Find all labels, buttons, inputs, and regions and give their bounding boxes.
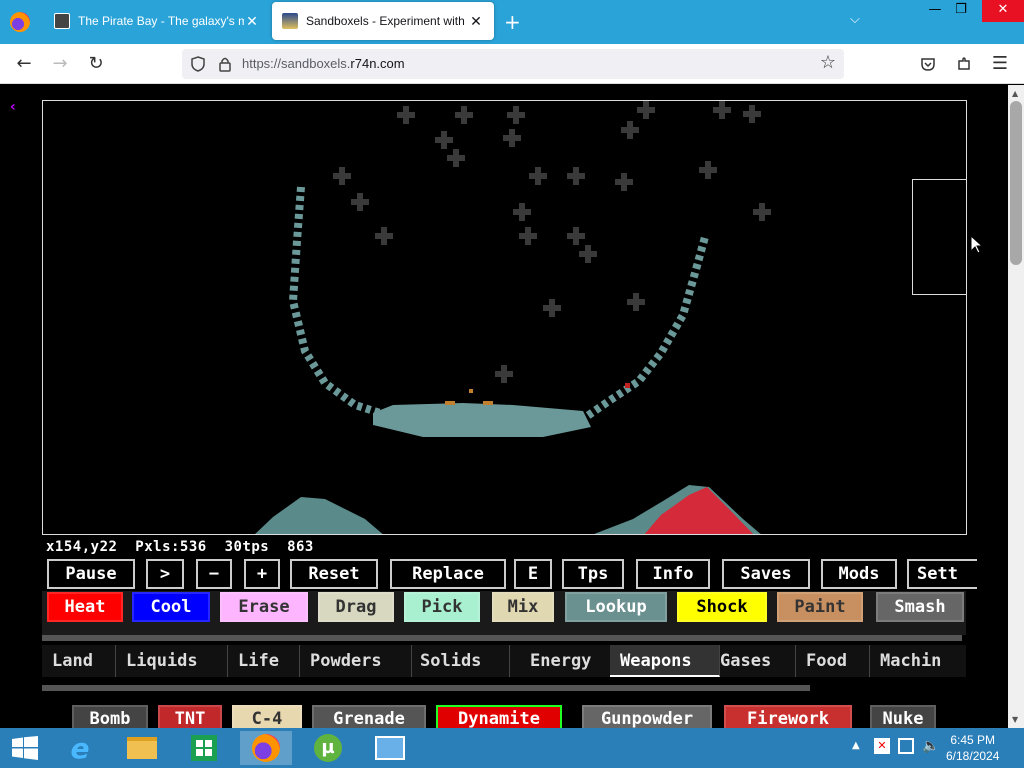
close-window-icon[interactable]: ✕ [982,0,1024,22]
tool-cool[interactable]: Cool [132,592,210,622]
tool-pick[interactable]: Pick [404,592,480,622]
close-tab-icon[interactable]: ✕ [244,13,260,30]
page-content: ‹ x154,y22 Pxls:536 30tps 863 Pause > − … [0,85,1008,728]
browser-tabbar: The Pirate Bay - The galaxy's m ✕ Sandbo… [0,0,1024,44]
category-gases[interactable]: Gases [710,645,796,677]
tab-piratebay[interactable]: The Pirate Bay - The galaxy's m ✕ [44,2,270,40]
element-c-4[interactable]: C-4 [232,705,302,728]
element-grenade[interactable]: Grenade [312,705,426,728]
element-firework[interactable]: Firework [724,705,852,728]
tab-title: Sandboxels - Experiment with P [306,14,468,28]
control-button-10[interactable]: Mods [821,559,897,589]
tab-title: The Pirate Bay - The galaxy's m [78,14,244,28]
reload-icon[interactable]: ↻ [84,52,108,76]
file-explorer-icon[interactable] [116,731,168,765]
element-gunpowder[interactable]: Gunpowder [582,705,712,728]
pirate-ship-icon [54,13,70,29]
tool-paint[interactable]: Paint [777,592,863,622]
glass-pool [373,403,591,437]
element-bomb[interactable]: Bomb [72,705,148,728]
internet-explorer-icon[interactable]: e [54,731,106,765]
category-powders[interactable]: Powders [300,645,412,677]
star-bookmark-icon[interactable]: ☆ [820,52,836,73]
browser-navbar: ← → ↻ https://sandboxels.r74n.com ☆ ☰ [0,44,1024,84]
control-button-0[interactable]: Pause [47,559,135,589]
control-button-11[interactable]: Sett [907,559,977,589]
category-solids[interactable]: Solids [410,645,510,677]
category-land[interactable]: Land [42,645,116,677]
control-button-1[interactable]: > [146,559,184,589]
tool-heat[interactable]: Heat [47,592,123,622]
category-life[interactable]: Life [228,645,300,677]
category-liquids[interactable]: Liquids [116,645,228,677]
elements-row: Bomb TNT C-4 Grenade Dynamite Gunpowder Firewo… [42,697,966,728]
tool-shock[interactable]: Shock [677,592,767,622]
element-tnt[interactable]: TNT [158,705,222,728]
control-button-7[interactable]: Tps [562,559,624,589]
clock-date: 6/18/2024 [946,749,1000,763]
tools-scrollbar[interactable] [42,635,962,641]
scroll-thumb[interactable] [1010,101,1022,265]
category-scrollbar[interactable] [42,685,810,691]
back-arrow-icon[interactable]: ‹ [10,99,16,115]
category-row: Land Liquids Life Powders Solids Energy Weapon… [42,645,966,677]
firefox-taskbar-icon[interactable] [240,731,292,765]
control-button-4[interactable]: Reset [290,559,378,589]
page-scrollbar[interactable]: ▲ ▼ [1008,85,1024,728]
lock-icon[interactable] [218,56,232,72]
tools-row: Heat Cool Erase Drag Pick Mix Lookup Shock Paint… [42,591,966,635]
pocket-icon[interactable] [920,56,936,72]
new-tab-icon[interactable]: + [504,10,521,34]
url-text: https://sandboxels.r74n.com [242,56,405,71]
action-center-icon[interactable]: ✕ [874,738,890,754]
cursor-brush-box [912,179,966,295]
element-nuke[interactable]: Nuke [870,705,936,728]
extensions-icon[interactable] [956,56,972,72]
network-icon[interactable] [898,738,914,754]
tool-smash[interactable]: Smash [876,592,964,622]
menu-icon[interactable]: ☰ [988,52,1012,76]
glass-pile [255,497,383,534]
address-bar[interactable]: https://sandboxels.r74n.com ☆ [182,49,844,79]
category-machin[interactable]: Machin [870,645,966,677]
restore-icon[interactable]: ❐ [944,0,978,22]
shield-icon[interactable] [190,56,206,72]
back-arrow-icon[interactable]: ← [12,52,36,76]
simulation-drawing [255,101,771,534]
tool-mix[interactable]: Mix [492,592,554,622]
mouse-cursor-icon [970,235,984,254]
volume-muted-icon[interactable]: 🔈 [922,738,939,754]
control-button-3[interactable]: + [244,559,280,589]
utorrent-icon[interactable]: µ [302,731,354,765]
chevron-up-icon[interactable]: ▲ [852,740,860,751]
tool-lookup[interactable]: Lookup [565,592,667,622]
category-energy[interactable]: Energy [520,645,620,677]
category-weapons[interactable]: Weapons [610,645,720,677]
tab-sandboxels[interactable]: Sandboxels - Experiment with P ✕ [272,2,494,40]
control-button-5[interactable]: Replace [390,559,506,589]
tool-erase[interactable]: Erase [220,592,308,622]
system-clock[interactable]: 6:45 PM 6/18/2024 [946,732,999,764]
forward-arrow-icon[interactable]: → [48,52,72,76]
close-tab-icon[interactable]: ✕ [468,13,484,30]
clock-time: 6:45 PM [950,733,996,747]
control-button-9[interactable]: Saves [722,559,810,589]
windows-taskbar: e µ ▲ ✕ 🔈 6:45 PM 6/18/2024 [0,728,1024,768]
control-panel-icon[interactable] [364,731,416,765]
chevron-down-icon[interactable]: ⌵ [850,12,860,27]
element-dynamite[interactable]: Dynamite [436,705,562,728]
game-stats: x154,y22 Pxls:536 30tps 863 [46,539,314,555]
game-canvas[interactable] [42,100,967,535]
tool-drag[interactable]: Drag [318,592,394,622]
windows-start-icon[interactable] [12,736,38,760]
store-icon[interactable] [178,731,230,765]
control-button-6[interactable]: E [514,559,552,589]
control-button-2[interactable]: − [196,559,232,589]
firefox-icon[interactable] [10,12,30,32]
sandboxels-favicon-icon [282,13,298,29]
category-food[interactable]: Food [796,645,870,677]
control-button-8[interactable]: Info [636,559,710,589]
